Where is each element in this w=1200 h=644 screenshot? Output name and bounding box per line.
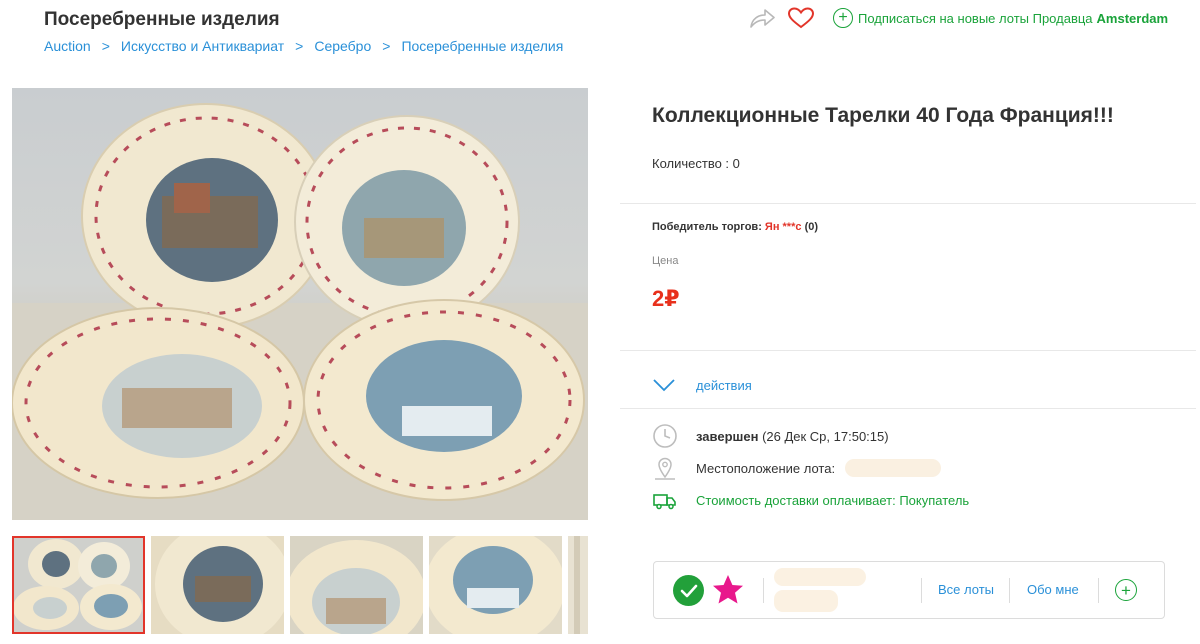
share-icon[interactable]	[748, 6, 776, 30]
auction-winner: Победитель торгов: Ян ***с (0)	[652, 221, 818, 233]
truck-icon	[652, 487, 678, 513]
actions-label: действия	[696, 377, 752, 393]
breadcrumb-auction[interactable]: Auction	[44, 38, 91, 54]
about-me-link[interactable]: Обо мне	[1027, 582, 1079, 597]
status-detail: (26 Дек Ср, 17:50:15)	[762, 428, 889, 444]
lot-price: 2₽	[652, 286, 680, 311]
thumbnail-3[interactable]	[290, 536, 423, 634]
divider	[620, 203, 1196, 204]
breadcrumb-art-antiques[interactable]: Искусство и Антиквариат	[121, 38, 284, 54]
seller-name-redacted	[774, 568, 866, 586]
plates-photo	[12, 103, 588, 520]
seller-card: Все лоты Обо мне +	[653, 561, 1165, 619]
divider	[921, 578, 922, 603]
seller-name: Amsterdam	[1096, 10, 1169, 26]
clock-icon	[652, 423, 678, 449]
main-lot-image[interactable]	[12, 88, 588, 520]
location-label: Местоположение лота:	[696, 460, 836, 476]
breadcrumb-separator: >	[295, 38, 304, 54]
thumbnail-4[interactable]	[429, 536, 562, 634]
divider	[620, 350, 1196, 351]
breadcrumb-separator: >	[382, 38, 391, 54]
actions-toggle[interactable]: действия	[652, 377, 752, 393]
page-title: Посеребренные изделия	[44, 9, 280, 30]
seller-rating-redacted	[774, 590, 838, 612]
thumbnail-image	[12, 536, 145, 634]
chevron-down-icon	[653, 379, 675, 392]
divider	[620, 408, 1196, 409]
check-icon	[673, 575, 704, 606]
price-label: Цена	[652, 255, 679, 267]
subscribe-text: Подписаться на новые лоты Продавца	[858, 10, 1093, 26]
lot-status: завершен (26 Дек Ср, 17:50:15)	[652, 423, 889, 449]
divider	[763, 578, 764, 603]
divider	[1009, 578, 1010, 603]
status-bold: завершен	[696, 428, 759, 444]
thumbnail-image	[568, 536, 588, 634]
thumbnail-5[interactable]	[568, 536, 588, 634]
plus-circle-icon[interactable]: +	[1115, 579, 1137, 601]
winner-label: Победитель торгов:	[652, 221, 762, 233]
thumbnail-1[interactable]	[12, 536, 145, 634]
shipping-info: Стоимость доставки оплачивает: Покупател…	[652, 487, 969, 513]
thumbnail-image	[429, 536, 562, 634]
breadcrumb: Auction > Искусство и Антиквариат > Сере…	[44, 38, 563, 54]
location-value-redacted	[845, 459, 942, 477]
breadcrumb-separator: >	[101, 38, 110, 54]
lot-title: Коллекционные Тарелки 40 Года Франция!!!	[652, 104, 1114, 127]
location-pin-icon	[652, 455, 678, 481]
all-lots-link[interactable]: Все лоты	[938, 582, 994, 597]
lot-page: Посеребренные изделия Auction > Искусств…	[0, 0, 1200, 644]
thumbnail-2[interactable]	[151, 536, 284, 634]
shipping-text: Стоимость доставки оплачивает: Покупател…	[696, 492, 970, 508]
star-icon	[713, 575, 743, 604]
subscribe-seller-button[interactable]: + Подписаться на новые лоты Продавца Ams…	[833, 8, 1168, 28]
thumbnail-image	[290, 536, 423, 634]
divider	[1098, 578, 1099, 603]
winner-count: (0)	[804, 221, 819, 233]
heart-icon[interactable]	[787, 6, 815, 30]
thumbnail-image	[151, 536, 284, 634]
lot-location: Местоположение лота:	[652, 455, 942, 481]
thumbnail-strip	[12, 536, 588, 634]
lot-quantity: Количество : 0	[652, 156, 740, 171]
breadcrumb-silver[interactable]: Серебро	[314, 38, 371, 54]
winner-name[interactable]: Ян ***с	[765, 221, 802, 233]
plus-circle-icon: +	[833, 8, 853, 28]
breadcrumb-silver-plated[interactable]: Посеребренные изделия	[401, 38, 563, 54]
